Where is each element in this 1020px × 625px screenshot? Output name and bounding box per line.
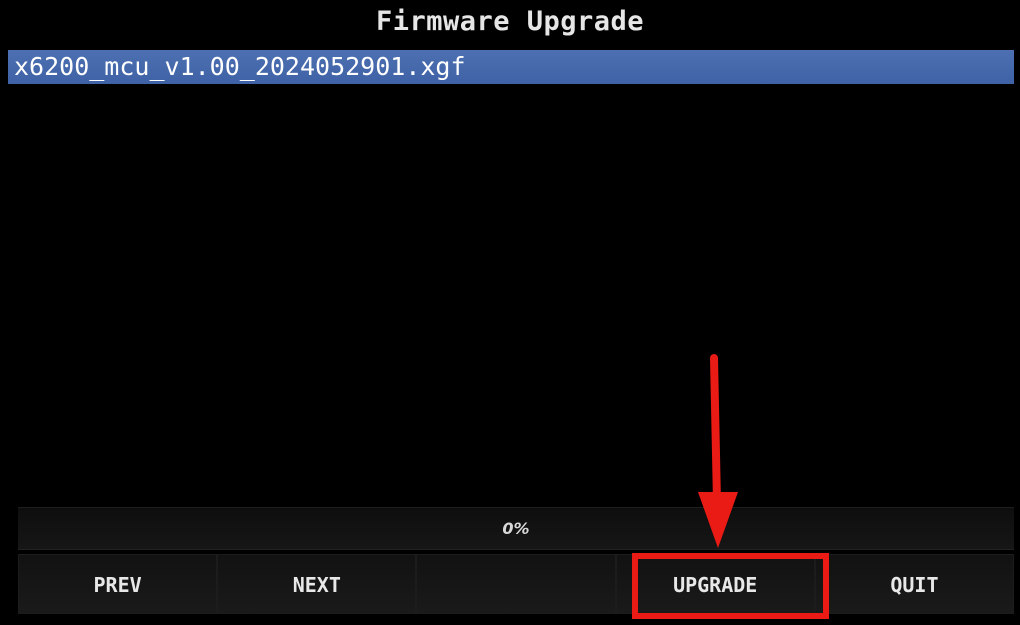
prev-button[interactable]: PREV [18,554,218,614]
progress-label: 0% [502,519,530,538]
file-list: x6200_mcu_v1.00_2024052901.xgf [8,50,1014,500]
next-button[interactable]: NEXT [217,554,417,614]
page-title: Firmware Upgrade [375,6,645,37]
file-list-item[interactable]: x6200_mcu_v1.00_2024052901.xgf [8,50,1014,84]
upgrade-button[interactable]: UPGRADE [615,554,815,614]
firmware-upgrade-screen: Firmware Upgrade x6200_mcu_v1.00_2024052… [0,0,1020,625]
progress-bar: 0% [18,507,1014,550]
quit-button[interactable]: QUIT [814,554,1015,614]
file-name: x6200_mcu_v1.00_2024052901.xgf [14,52,466,81]
button-bar: PREV NEXT UPGRADE QUIT [18,554,1015,614]
empty-button[interactable] [416,554,616,614]
